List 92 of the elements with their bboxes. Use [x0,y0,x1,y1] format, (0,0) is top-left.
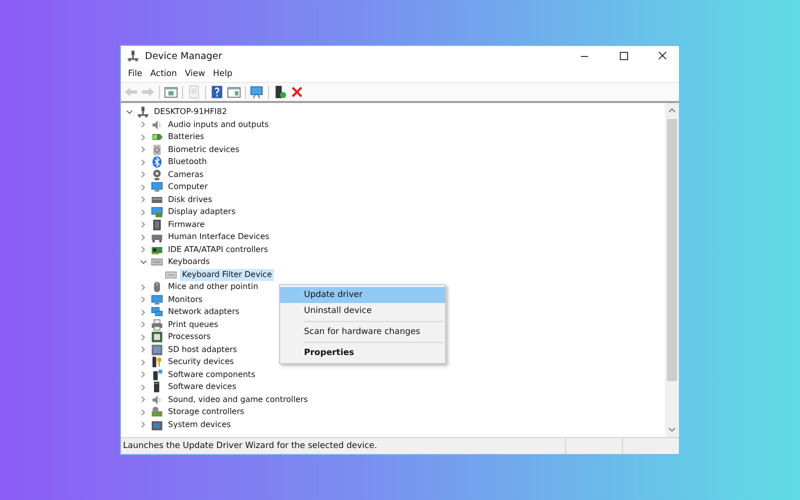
speaker-icon [151,118,163,131]
printer-icon [151,318,163,331]
network-icon [151,306,163,318]
tree-item[interactable]: Storage controllers [166,406,246,418]
collapse-chevron-icon[interactable] [139,258,148,267]
keyboard-icon [165,268,177,281]
tree-item[interactable]: Bluetooth [166,156,209,168]
tree-item[interactable]: Sound, video and game controllers [166,394,310,406]
monitor-button[interactable] [250,85,264,99]
help-button[interactable] [210,85,224,99]
monitor-icon [151,294,163,306]
expand-chevron-icon[interactable] [139,132,148,142]
keyboard-icon [151,256,163,268]
scroll-bar[interactable] [665,103,679,437]
key-icon [151,356,163,368]
expand-chevron-icon[interactable] [139,320,148,330]
window-button[interactable] [227,85,241,99]
webcam-icon [151,168,163,181]
tree-item[interactable]: Batteries [166,131,206,144]
menu-item[interactable]: View [180,69,210,79]
expand-chevron-icon[interactable] [139,308,148,317]
expand-chevron-icon[interactable] [139,295,148,304]
device-plus-button[interactable] [273,85,287,99]
tree-item[interactable]: System devices [166,418,233,431]
expand-chevron-icon[interactable] [139,158,148,167]
software-component-icon [151,368,163,381]
menu-item[interactable]: Properties [280,345,445,361]
tree-item[interactable]: Software devices [166,381,238,394]
expand-chevron-icon[interactable] [139,220,148,230]
expand-chevron-icon[interactable] [139,245,148,254]
maximize-icon [618,51,629,61]
tree-item[interactable]: Network adapters [166,306,242,318]
bluetooth-icon [151,156,163,168]
window-button[interactable] [164,85,178,99]
tree-item[interactable]: Mice and other pointin [166,281,260,294]
tree-item[interactable]: SD host adapters [166,344,240,356]
computer-icon [127,50,139,62]
processor-icon [151,331,163,344]
tree-item[interactable]: Keyboard Filter Device [180,268,274,281]
window-title: Device Manager [145,50,224,62]
tree-item[interactable]: Monitors [166,294,205,306]
expand-chevron-icon[interactable] [139,282,148,292]
expand-chevron-icon[interactable] [139,358,148,367]
expand-chevron-icon[interactable] [139,382,148,392]
tree-item[interactable]: Biometric devices [166,144,242,156]
monitor-icon [151,181,163,194]
tree-item[interactable]: Disk drives [166,194,214,206]
speaker-icon [151,394,163,406]
tree-item[interactable]: Display adapters [166,206,238,218]
chip-icon [151,218,163,231]
collapse-chevron-icon[interactable] [125,108,134,117]
tree-item[interactable]: IDE ATA/ATAPI controllers [166,244,270,256]
tree-item[interactable]: Processors [166,331,213,344]
storage-icon [151,406,163,418]
menu-item[interactable]: Action [146,69,181,79]
tree-item[interactable]: Keyboards [166,256,212,268]
tree-item[interactable]: Firmware [166,218,207,231]
expand-chevron-icon[interactable] [139,345,148,354]
tree-item[interactable]: DESKTOP-91HFI82 [152,106,229,118]
chip-icon [151,418,163,431]
menu-item[interactable]: Update driver [280,287,445,303]
expand-chevron-icon[interactable] [139,120,148,130]
expand-chevron-icon[interactable] [139,370,148,380]
remove-button[interactable] [290,85,304,99]
tree-item[interactable]: Human Interface Devices [166,231,272,244]
tree-item[interactable]: Print queues [166,318,220,331]
expand-chevron-icon[interactable] [139,232,148,242]
mouse-icon [151,281,163,294]
menu-item[interactable]: File [124,69,146,79]
expand-chevron-icon[interactable] [139,332,148,342]
expand-chevron-icon[interactable] [139,420,148,430]
status-text: Launches the Update Driver Wizard for the selected device. [122,441,378,451]
sd-card-icon [151,344,163,356]
computer-icon [137,106,149,118]
tree-item[interactable]: Audio inputs and outputs [166,118,271,131]
tree-item[interactable]: Computer [166,181,210,194]
expand-chevron-icon[interactable] [139,208,148,217]
expand-chevron-icon[interactable] [139,195,148,204]
menu-item[interactable]: Scan for hardware changes [280,324,445,340]
expand-chevron-icon[interactable] [139,145,148,154]
tree-item[interactable]: Cameras [166,168,206,181]
menu-item[interactable]: Uninstall device [280,303,445,319]
tree-item[interactable]: Software components [166,368,258,381]
expand-chevron-icon[interactable] [139,182,148,192]
expand-chevron-icon[interactable] [139,395,148,404]
menu-item[interactable]: Help [209,69,236,79]
close-icon [657,51,668,61]
expand-chevron-icon[interactable] [139,408,148,417]
tree-item[interactable]: Security devices [166,356,236,368]
fingerprint-icon [151,144,163,156]
display-adapter-icon [151,206,163,218]
expand-chevron-icon[interactable] [139,170,148,180]
